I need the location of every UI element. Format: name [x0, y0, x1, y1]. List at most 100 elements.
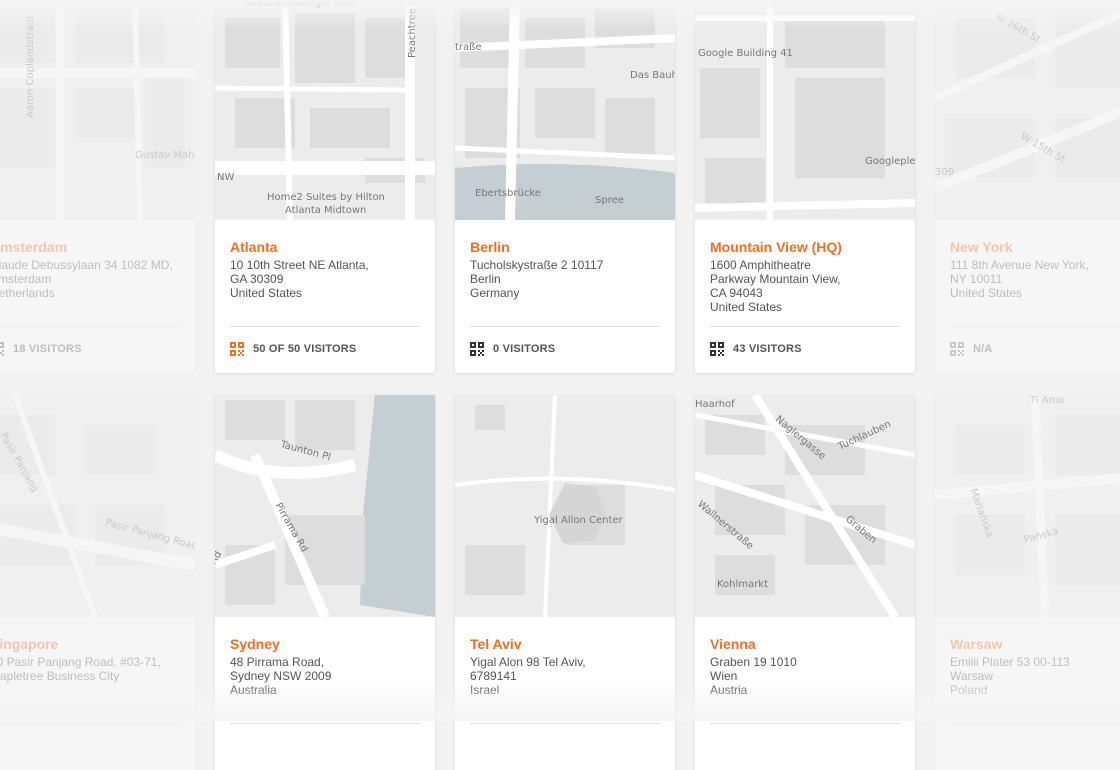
divider — [230, 723, 420, 724]
map-label: Kohlmarkt — [717, 579, 768, 590]
visitor-count[interactable]: 18 VISITORS — [0, 341, 82, 357]
visitor-count[interactable]: 0 VISITORS — [470, 341, 555, 357]
address: Tucholskystraße 2 10117 Berlin Germany — [470, 258, 660, 300]
address-line: Mapletree Business City — [0, 669, 120, 683]
card-body: Berlin Tucholskystraße 2 10117 Berlin Germa… — [470, 220, 660, 373]
map-label: Ebertsbrücke — [475, 188, 541, 199]
map-label: Spree — [595, 195, 624, 206]
address-line: NY 10011 — [950, 272, 1003, 286]
map-label: Home2 Suites by Hilton — [267, 192, 385, 203]
map-label: Midtown/Georgia Tech — [245, 0, 355, 9]
address-line: CA 94043 — [710, 286, 763, 300]
map-thumbnail: Aaron Coplandstraat Gustav Mahlerlaan — [0, 0, 195, 220]
location-card-vienna[interactable]: Haarhof Naglergasse Tuchlauben Wallnerstraß… — [695, 395, 915, 770]
location-card-singapore[interactable]: Pasir PanjangPasir Panjang RoadSingapore… — [0, 395, 195, 770]
map-thumbnail: Midtown/Georgia Tech Peachtree Walk NW Home… — [215, 0, 435, 220]
visitor-count[interactable]: 43 VISITORS — [710, 341, 802, 357]
address-line: United States — [950, 286, 1023, 300]
address-line: Australia — [230, 683, 277, 697]
address-line: Amsterdam — [0, 272, 52, 286]
address-line: Claude Debussylaan 34 1082 MD, — [0, 258, 173, 272]
divider — [710, 723, 900, 724]
card-body: New York 111 8th Avenue New York, NY 10011… — [950, 220, 1120, 373]
visitor-count-label: 50 OF 50 VISITORS — [253, 343, 357, 355]
divider — [470, 326, 660, 327]
city-name[interactable]: Vienna — [710, 636, 900, 652]
map-label: 309 — [935, 167, 954, 178]
city-name[interactable]: Amsterdam — [0, 239, 180, 255]
address-line: 1600 Amphitheatre — [710, 258, 811, 272]
divider — [230, 326, 420, 327]
card-body: Sydney 48 Pirrama Road, Sydney NSW 2009 Aus… — [230, 617, 420, 770]
address: 1600 Amphitheatre Parkway Mountain View, C… — [710, 258, 900, 314]
address-line: 10 10th Street NE Atlanta, — [230, 258, 369, 272]
map-thumbnail: Google Building 41 Googleplex — [695, 0, 915, 220]
address-line: Tucholskystraße 2 10117 — [470, 258, 604, 272]
card-body: Atlanta 10 10th Street NE Atlanta, GA 3030… — [230, 220, 420, 373]
city-name[interactable]: New York — [950, 239, 1120, 255]
map-thumbnail: traße Das Bauhaus Ebertsbrücke Spree — [455, 0, 675, 220]
map-thumbnail: Pasir Panjang Pasir Panjang Road — [0, 395, 195, 617]
visitor-count-label: 43 VISITORS — [733, 343, 802, 355]
qr-code-icon — [0, 342, 4, 356]
divider — [710, 326, 900, 327]
location-card-berlin[interactable]: traßeDas BauhausEbertsbrückeSpreeBerlinT… — [455, 0, 675, 373]
address-line: Parkway Mountain View, — [710, 272, 841, 286]
map-label: Gustav Mahlerlaan — [135, 150, 195, 161]
map-label: Ti Amo — [1029, 395, 1064, 406]
location-card-atlanta[interactable]: Midtown/Georgia Tech Peachtree Walk NW Home… — [215, 0, 435, 373]
office-locations-grid: Aaron Coplandstraat Gustav Mahlerlaan Amst… — [0, 0, 1120, 770]
location-card-sydney[interactable]: Taunton Pl Pirrama Rd Rd Sydney 48 Pirrama R… — [215, 395, 435, 770]
location-card-mountain-view-hq[interactable]: Google Building 41 Googleplex Mountain Vie… — [695, 0, 915, 373]
location-card-tel-aviv[interactable]: Yigal Allon Center Tel Aviv Yigal Alon 98 … — [455, 395, 675, 770]
city-name[interactable]: Mountain View (HQ) — [710, 239, 900, 255]
address-line: 6789141 — [470, 669, 517, 683]
divider — [950, 326, 1120, 327]
visitor-count[interactable]: N/A — [950, 341, 993, 357]
address: Graben 19 1010 Wien Austria — [710, 655, 900, 697]
address-line: United States — [710, 300, 783, 314]
city-name[interactable]: Singapore — [0, 636, 180, 652]
address-line: Netherlands — [0, 286, 55, 300]
qr-code-icon — [470, 342, 484, 356]
divider — [0, 326, 180, 327]
card-body: Mountain View (HQ) 1600 Amphitheatre Parkw… — [710, 220, 900, 373]
address: 70 Pasir Panjang Road, #03-71, Mapletree … — [0, 655, 180, 697]
address-line: United States — [230, 286, 303, 300]
map-label: traße — [455, 42, 482, 53]
address: 111 8th Avenue New York, NY 10011 United S… — [950, 258, 1120, 300]
city-name[interactable]: Tel Aviv — [470, 636, 660, 652]
location-card-amsterdam[interactable]: Aaron Coplandstraat Gustav Mahlerlaan Amst… — [0, 0, 195, 373]
address-line: Warsaw — [950, 669, 993, 683]
card-body: Tel Aviv Yigal Alon 98 Tel Aviv, 6789141 Is… — [470, 617, 660, 770]
map-label: Peachtree Walk — [407, 0, 418, 58]
visitor-count-label: 18 VISITORS — [13, 343, 82, 355]
address-line: 70 Pasir Panjang Road, #03-71, — [0, 655, 161, 669]
card-body: Vienna Graben 19 1010 Wien Austria — [710, 617, 900, 770]
address-line: Israel — [470, 683, 500, 697]
qr-code-icon — [230, 342, 244, 356]
address-line: Yigal Alon 98 Tel Aviv, — [470, 655, 586, 669]
city-name[interactable]: Atlanta — [230, 239, 420, 255]
card-body: AmsterdamClaude Debussylaan 34 1082 MD,A… — [0, 220, 180, 373]
location-card-new-york[interactable]: W 16th St W 15th St 309 New York 111 8th Ave… — [935, 0, 1120, 373]
location-card-warsaw[interactable]: Ti Amo Mariańska Pańska Warsaw Emilii Plater… — [935, 395, 1120, 770]
map-thumbnail: Haarhof Naglergasse Tuchlauben Wallnerstraß… — [695, 395, 915, 617]
map-label: Googleplex — [865, 156, 915, 167]
address: 10 10th Street NE Atlanta, GA 30309 United… — [230, 258, 420, 300]
address-line: Sydney NSW 2009 — [230, 669, 332, 683]
address-line: Austria — [710, 683, 748, 697]
card-body: Warsaw Emilii Plater 53 00-113 Warsaw Polan… — [950, 617, 1120, 770]
address-line: Poland — [950, 683, 988, 697]
address-line: Germany — [470, 286, 520, 300]
qr-code-icon — [950, 342, 964, 356]
address-line — [0, 683, 180, 697]
map-label: NW — [217, 172, 234, 183]
map-thumbnail: W 16th St W 15th St 309 — [935, 0, 1120, 220]
card-body: Singapore 70 Pasir Panjang Road, #03-71,M… — [0, 617, 180, 770]
city-name[interactable]: Sydney — [230, 636, 420, 652]
city-name[interactable]: Warsaw — [950, 636, 1120, 652]
city-name[interactable]: Berlin — [470, 239, 660, 255]
visitor-count[interactable]: 50 OF 50 VISITORS — [230, 341, 356, 357]
divider — [0, 723, 180, 724]
